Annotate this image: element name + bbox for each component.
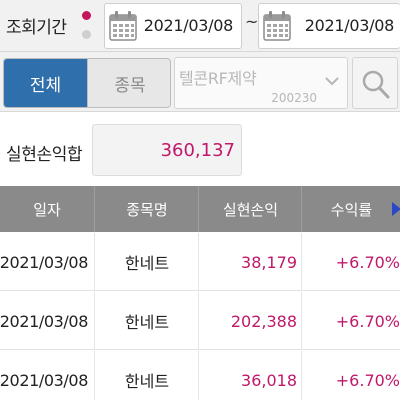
end-date-field[interactable]: 2021/03/08 <box>258 3 400 49</box>
calendar-icon <box>109 11 137 41</box>
stock-name: 텔콘RF제약 <box>179 69 257 88</box>
cell-stock-name: 한네트 <box>96 233 199 291</box>
end-date-text: 2021/03/08 <box>304 16 395 35</box>
tab-all[interactable]: 전체 <box>4 59 88 107</box>
search-icon <box>362 70 390 99</box>
calendar-icon <box>263 11 291 41</box>
cell-realized-profit: 202,388 <box>200 292 302 350</box>
filter-row: 전체 종목 텔콘RF제약 200230 <box>0 52 400 112</box>
date-range-separator: ~ <box>245 12 259 31</box>
search-button[interactable] <box>352 57 398 109</box>
cell-return-rate: +6.70% <box>335 311 400 331</box>
column-header-realized-profit[interactable]: 실현손익 <box>200 186 302 232</box>
table-row[interactable]: 2021/03/08 한네트 36,018 +6.70% <box>0 351 400 400</box>
period-toggle-dot-inactive <box>82 30 91 39</box>
table-row[interactable]: 2021/03/08 한네트 38,179 +6.70% <box>0 233 400 291</box>
cell-stock-name: 한네트 <box>96 351 199 400</box>
chevron-down-icon <box>325 77 339 86</box>
tab-stock[interactable]: 종목 <box>88 59 170 107</box>
table-row[interactable]: 2021/03/08 한네트 202,388 +6.70% <box>0 292 400 350</box>
start-date-field[interactable]: 2021/03/08 <box>104 3 242 49</box>
period-row: 조회기간 2021/03/08 ~ 2021/03/08 <box>0 0 400 52</box>
cell-return-rate: +6.70% <box>335 252 400 272</box>
scope-segmented-control: 전체 종목 <box>3 58 171 108</box>
cell-stock-name: 한네트 <box>96 292 199 350</box>
cell-date: 2021/03/08 <box>0 233 95 291</box>
scroll-right-icon[interactable] <box>392 202 400 216</box>
summary-row: 실현손익합 360,137 <box>0 113 400 185</box>
cell-date: 2021/03/08 <box>0 351 95 400</box>
period-label: 조회기간 <box>6 18 67 38</box>
realized-profit-total-label: 실현손익합 <box>6 145 83 165</box>
realized-profit-total-box: 360,137 <box>92 124 242 176</box>
period-toggle[interactable] <box>82 10 92 42</box>
stock-select[interactable]: 텔콘RF제약 200230 <box>174 57 348 109</box>
table-header: 일자 종목명 실현손익 수익률 <box>0 186 400 232</box>
cell-date: 2021/03/08 <box>0 292 95 350</box>
column-header-date[interactable]: 일자 <box>0 186 95 232</box>
column-header-return-rate[interactable]: 수익률 <box>303 186 400 232</box>
column-header-stock-name[interactable]: 종목명 <box>96 186 199 232</box>
realized-profit-total-value: 360,137 <box>160 140 235 161</box>
period-toggle-dot-active <box>82 11 91 20</box>
stock-code: 200230 <box>271 91 317 105</box>
cell-return-rate: +6.70% <box>335 370 400 390</box>
start-date-text: 2021/03/08 <box>143 16 234 35</box>
cell-realized-profit: 36,018 <box>200 351 302 400</box>
cell-realized-profit: 38,179 <box>200 233 302 291</box>
